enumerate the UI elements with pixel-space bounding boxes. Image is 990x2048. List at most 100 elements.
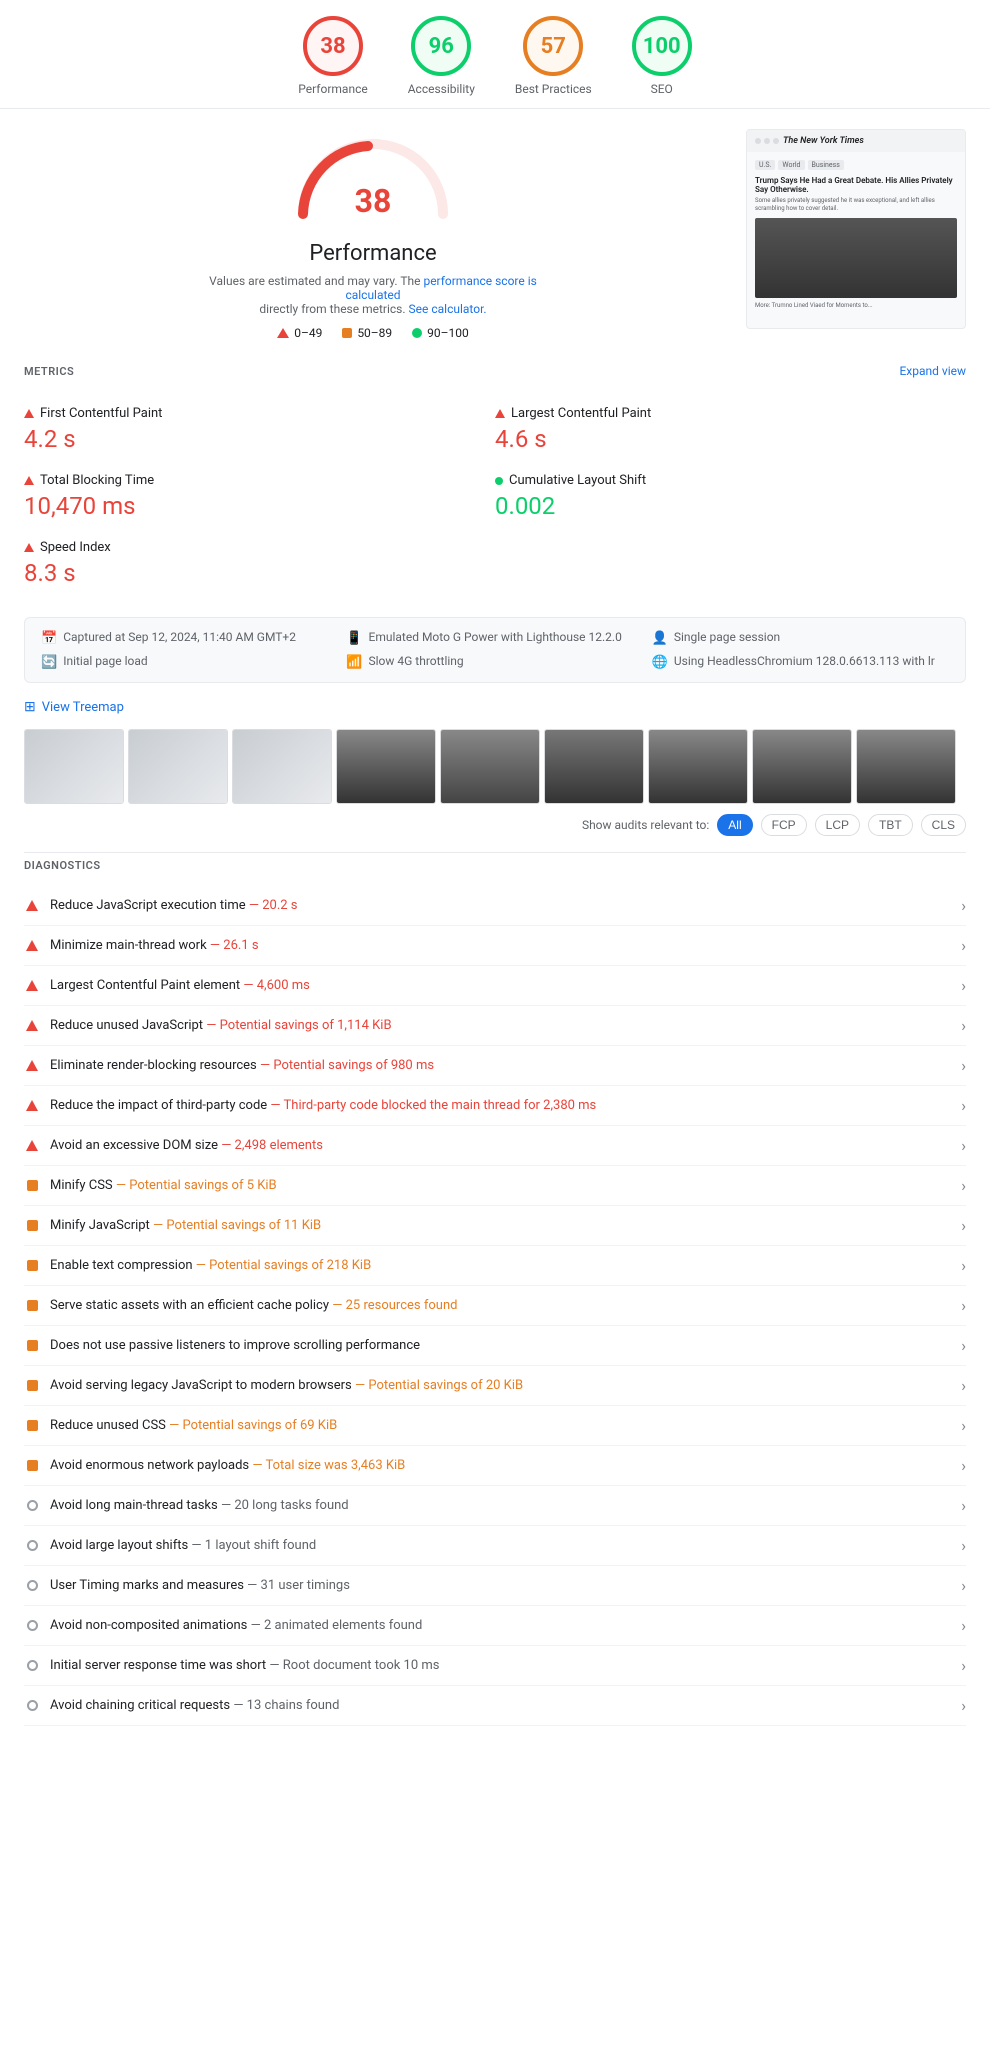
info-session-text: Single page session [674, 630, 780, 644]
filter-all[interactable]: All [717, 814, 752, 836]
score-accessibility[interactable]: 96 Accessibility [408, 16, 475, 96]
audit-animations[interactable]: Avoid non-composited animations — 2 anim… [24, 1606, 966, 1646]
audit-user-timing[interactable]: User Timing marks and measures — 31 user… [24, 1566, 966, 1606]
signal-icon: 📶 [346, 655, 362, 670]
score-seo[interactable]: 100 SEO [632, 16, 692, 96]
filter-cls[interactable]: CLS [921, 814, 966, 836]
score-performance[interactable]: 38 Performance [298, 16, 367, 96]
thumb-nav-item-2: World [778, 160, 804, 170]
treemap-link[interactable]: ⊞ View Treemap [24, 699, 966, 715]
filter-tbt[interactable]: TBT [868, 814, 913, 836]
audit-lcp-element-icon [24, 980, 40, 991]
audit-text-compression[interactable]: Enable text compression — Potential savi… [24, 1246, 966, 1286]
audit-server-response[interactable]: Initial server response time was short —… [24, 1646, 966, 1686]
audit-third-party-chevron: › [961, 1096, 966, 1115]
thumb-small-4 [336, 729, 436, 804]
audit-legacy-js-text: Avoid serving legacy JavaScript to moder… [50, 1378, 951, 1393]
audit-cache-policy-icon [24, 1300, 40, 1311]
audit-minify-css[interactable]: Minify CSS — Potential savings of 5 KiB … [24, 1166, 966, 1206]
audit-reduce-js-chevron: › [961, 896, 966, 915]
thumb-small-8 [752, 729, 852, 804]
diagnostics-header: DIAGNOSTICS [24, 852, 966, 882]
audit-legacy-js-icon [24, 1380, 40, 1391]
audit-reduce-js[interactable]: Reduce JavaScript execution time — 20.2 … [24, 886, 966, 926]
audit-minimize-main-text: Minimize main-thread work — 26.1 s [50, 938, 951, 953]
metric-tbt-name: Total Blocking Time [24, 473, 495, 488]
audit-unused-js[interactable]: Reduce unused JavaScript — Potential sav… [24, 1006, 966, 1046]
audit-cache-policy[interactable]: Serve static assets with an efficient ca… [24, 1286, 966, 1326]
info-bar: 📅 Captured at Sep 12, 2024, 11:40 AM GMT… [24, 617, 966, 683]
calculator-link[interactable]: See calculator. [409, 302, 487, 316]
audit-network-payloads-text: Avoid enormous network payloads — Total … [50, 1458, 951, 1473]
thumb-small-3 [232, 729, 332, 804]
thumb-article-title: Trump Says He Had a Great Debate. His Al… [755, 176, 957, 194]
gauge-container: 38 [293, 129, 453, 229]
audit-lcp-element[interactable]: Largest Contentful Paint element — 4,600… [24, 966, 966, 1006]
audit-minify-js-icon [24, 1220, 40, 1231]
info-browser: 🌐 Using HeadlessChromium 128.0.6613.113 … [652, 654, 949, 670]
metric-si-name: Speed Index [24, 540, 495, 555]
legend-green: 90–100 [412, 326, 469, 340]
audit-minify-js[interactable]: Minify JavaScript — Potential savings of… [24, 1206, 966, 1246]
audit-render-blocking[interactable]: Eliminate render-blocking resources — Po… [24, 1046, 966, 1086]
metrics-header-row: METRICS Expand view [24, 364, 966, 384]
audit-dom-size[interactable]: Avoid an excessive DOM size — 2,498 elem… [24, 1126, 966, 1166]
audit-server-response-text: Initial server response time was short —… [50, 1658, 951, 1673]
metric-lcp-value: 4.6 s [495, 425, 966, 453]
metric-lcp-icon [495, 409, 505, 418]
metric-cls-value: 0.002 [495, 492, 966, 520]
audit-minimize-main[interactable]: Minimize main-thread work — 26.1 s › [24, 926, 966, 966]
info-page-load-text: Initial page load [63, 654, 147, 668]
metrics-section: METRICS Expand view First Contentful Pai… [24, 364, 966, 597]
audit-server-response-icon [24, 1660, 40, 1671]
audit-legacy-js[interactable]: Avoid serving legacy JavaScript to moder… [24, 1366, 966, 1406]
metric-fcp-value: 4.2 s [24, 425, 495, 453]
audit-critical-requests[interactable]: Avoid chaining critical requests — 13 ch… [24, 1686, 966, 1726]
metric-lcp: Largest Contentful Paint 4.6 s [495, 396, 966, 463]
metric-si-value: 8.3 s [24, 559, 495, 587]
legend-range-90-100: 90–100 [427, 326, 469, 340]
thumb-site-name: The New York Times [783, 136, 864, 146]
audit-layout-shifts-chevron: › [961, 1536, 966, 1555]
audit-minimize-main-icon [24, 940, 40, 951]
audit-text-compression-chevron: › [961, 1256, 966, 1275]
seo-circle: 100 [632, 16, 692, 76]
audit-text-compression-text: Enable text compression — Potential savi… [50, 1258, 951, 1273]
audit-server-response-chevron: › [961, 1656, 966, 1675]
globe-icon: 🌐 [652, 655, 668, 670]
thumb-img-area [755, 218, 957, 298]
thumb-nav-row: U.S. World Business [755, 160, 957, 170]
metric-cls-name: Cumulative Layout Shift [495, 473, 966, 488]
thumb-dots-container [755, 138, 779, 144]
audit-minify-js-chevron: › [961, 1216, 966, 1235]
audit-reduce-js-text: Reduce JavaScript execution time — 20.2 … [50, 898, 951, 913]
expand-view-button[interactable]: Expand view [899, 364, 966, 378]
audit-long-tasks[interactable]: Avoid long main-thread tasks — 20 long t… [24, 1486, 966, 1526]
audit-layout-shifts[interactable]: Avoid large layout shifts — 1 layout shi… [24, 1526, 966, 1566]
seo-label: SEO [651, 82, 673, 96]
audit-long-tasks-chevron: › [961, 1496, 966, 1515]
audit-network-payloads[interactable]: Avoid enormous network payloads — Total … [24, 1446, 966, 1486]
thumb-small-1 [24, 729, 124, 804]
legend-range-0-49: 0–49 [294, 326, 322, 340]
audit-long-tasks-icon [24, 1500, 40, 1511]
metrics-grid: First Contentful Paint 4.2 s Largest Con… [24, 396, 966, 597]
metric-tbt-value: 10,470 ms [24, 492, 495, 520]
audit-third-party-icon [24, 1100, 40, 1111]
filter-lcp[interactable]: LCP [815, 814, 860, 836]
audit-minimize-main-chevron: › [961, 936, 966, 955]
audit-unused-css[interactable]: Reduce unused CSS — Potential savings of… [24, 1406, 966, 1446]
filter-fcp[interactable]: FCP [761, 814, 807, 836]
audit-unused-css-chevron: › [961, 1416, 966, 1435]
score-best-practices[interactable]: 57 Best Practices [515, 16, 592, 96]
device-icon: 📱 [346, 631, 362, 646]
audit-third-party[interactable]: Reduce the impact of third-party code — … [24, 1086, 966, 1126]
perf-desc-text: Values are estimated and may vary. The [209, 274, 420, 288]
treemap-label: View Treemap [42, 700, 124, 715]
thumb-header-bar: The New York Times [747, 130, 965, 152]
legend-triangle-icon [277, 328, 289, 338]
audit-passive-listeners[interactable]: Does not use passive listeners to improv… [24, 1326, 966, 1366]
audit-unused-js-icon [24, 1020, 40, 1031]
audit-unused-css-icon [24, 1420, 40, 1431]
treemap-icon: ⊞ [24, 699, 36, 715]
